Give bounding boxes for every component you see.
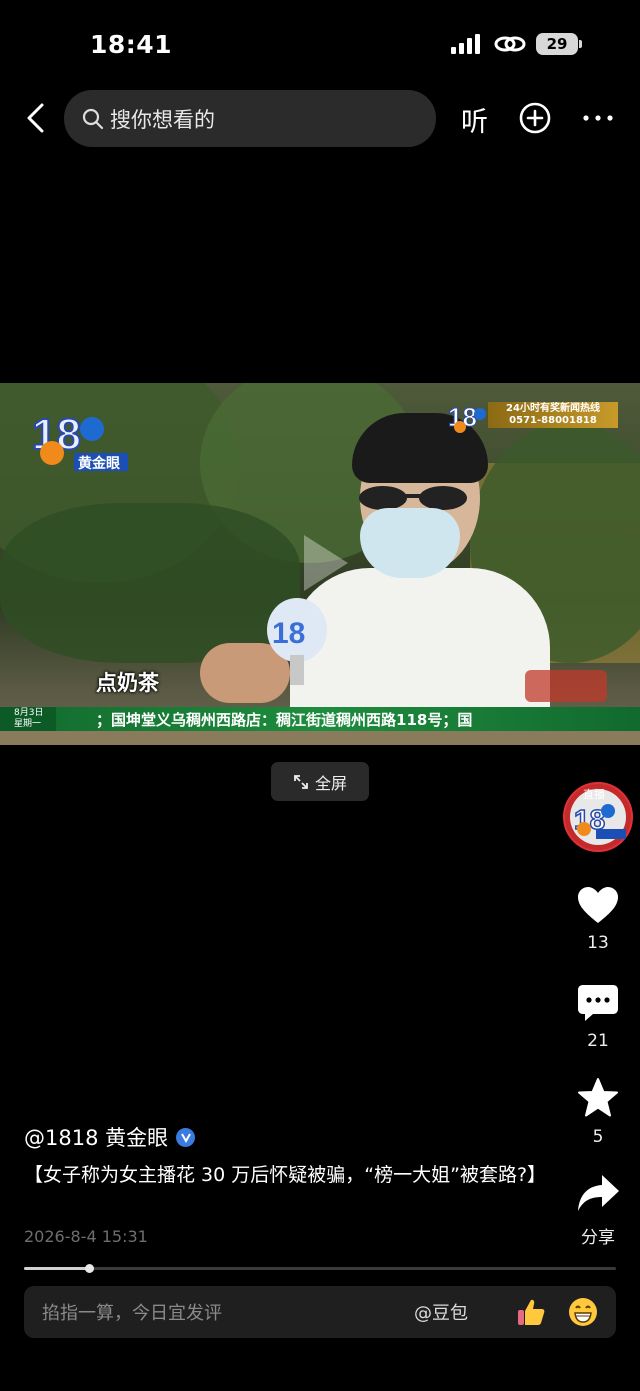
expand-icon (294, 774, 308, 789)
battery-cap (579, 40, 582, 48)
comment-icon (578, 985, 618, 1021)
video-subtitle: 点奶茶 (96, 671, 159, 695)
favorite-button[interactable]: 5 (568, 1077, 628, 1147)
more-icon (583, 115, 613, 121)
logo-text: 黄金眼 (78, 455, 120, 472)
video-player[interactable]: 18 黄金眼 18 24小时有奖新闻热线 0571-88001818 18 点奶… (0, 383, 640, 745)
search-placeholder: 搜你想看的 (110, 107, 215, 132)
fullscreen-button[interactable]: 全屏 (271, 762, 369, 801)
author-row[interactable]: @1818 黄金眼 (24, 1122, 196, 1152)
status-icons: 29 (450, 33, 582, 55)
ticker-text: ；国坤堂义乌稠州西路店：稠江街道稠州西路118号；国 (96, 710, 473, 729)
author-name[interactable]: @1818 黄金眼 (24, 1122, 168, 1152)
ticker-shadow (0, 731, 640, 745)
channel-logo: 18 黄金眼 (31, 409, 128, 472)
post-date: 2026-8-4 15:31 (24, 1227, 148, 1246)
back-icon (27, 103, 44, 133)
fullscreen-label: 全屏 (314, 773, 347, 793)
channel-logo-small: 18 (448, 402, 486, 433)
signal-icon (451, 34, 480, 54)
ticker-weekday: 星期一 (14, 719, 42, 729)
add-button[interactable] (518, 101, 552, 139)
hotline-banner: 24小时有奖新闻热线 0571-88001818 (488, 402, 618, 428)
comment-placeholder: 掐指一算，今日宜发评 (42, 1303, 222, 1324)
heart-icon (578, 887, 618, 923)
like-button[interactable]: 13 (568, 885, 628, 953)
search-icon (82, 108, 104, 129)
share-icon (578, 1175, 619, 1211)
progress-track[interactable] (24, 1267, 616, 1270)
svg-text:18: 18 (272, 617, 305, 650)
listen-button[interactable]: 听 (461, 100, 488, 139)
ticker-date: 8月3日 星期一 (0, 707, 56, 731)
mention-button[interactable]: @豆包 (414, 1299, 468, 1325)
live-label: 直播 (583, 788, 605, 801)
face-mask (360, 508, 460, 578)
hotline-title: 24小时有奖新闻热线 (506, 403, 600, 414)
progress-fill (24, 1267, 89, 1270)
more-button[interactable] (582, 106, 614, 134)
comment-button[interactable]: 21 (568, 983, 628, 1051)
link-icon (494, 36, 526, 52)
progress-handle[interactable] (85, 1264, 94, 1273)
verified-icon (176, 1127, 196, 1147)
ticker-day: 8月3日 (14, 708, 44, 718)
microphone: 18 (267, 598, 327, 685)
battery-indicator: 29 (536, 33, 578, 55)
share-button[interactable]: 分享 (568, 1173, 628, 1248)
news-ticker: 8月3日 星期一 ；国坤堂义乌稠州西路店：稠江街道稠州西路118号；国 (0, 707, 640, 731)
favorite-count: 5 (592, 1127, 604, 1147)
grin-icon[interactable] (568, 1297, 598, 1327)
thumbs-up-icon[interactable] (516, 1297, 546, 1327)
scene-bush (0, 503, 300, 663)
comment-input[interactable]: 掐指一算，今日宜发评 @豆包 (24, 1286, 616, 1338)
blurred-badge (525, 670, 607, 702)
status-time: 18:41 (90, 30, 173, 59)
hotline-number: 0571-88001818 (509, 415, 597, 426)
share-label: 分享 (581, 1228, 615, 1248)
play-icon[interactable] (300, 533, 350, 593)
star-icon (578, 1078, 618, 1117)
post-title[interactable]: 【女子称为女主播花 30 万后怀疑被骗，“榜一大姐”被套路?】 (24, 1160, 546, 1191)
search-input[interactable]: 搜你想看的 (64, 90, 436, 147)
like-count: 13 (587, 933, 609, 953)
comment-count: 21 (587, 1031, 609, 1051)
back-button[interactable] (20, 100, 50, 136)
plus-circle-icon (519, 102, 551, 134)
